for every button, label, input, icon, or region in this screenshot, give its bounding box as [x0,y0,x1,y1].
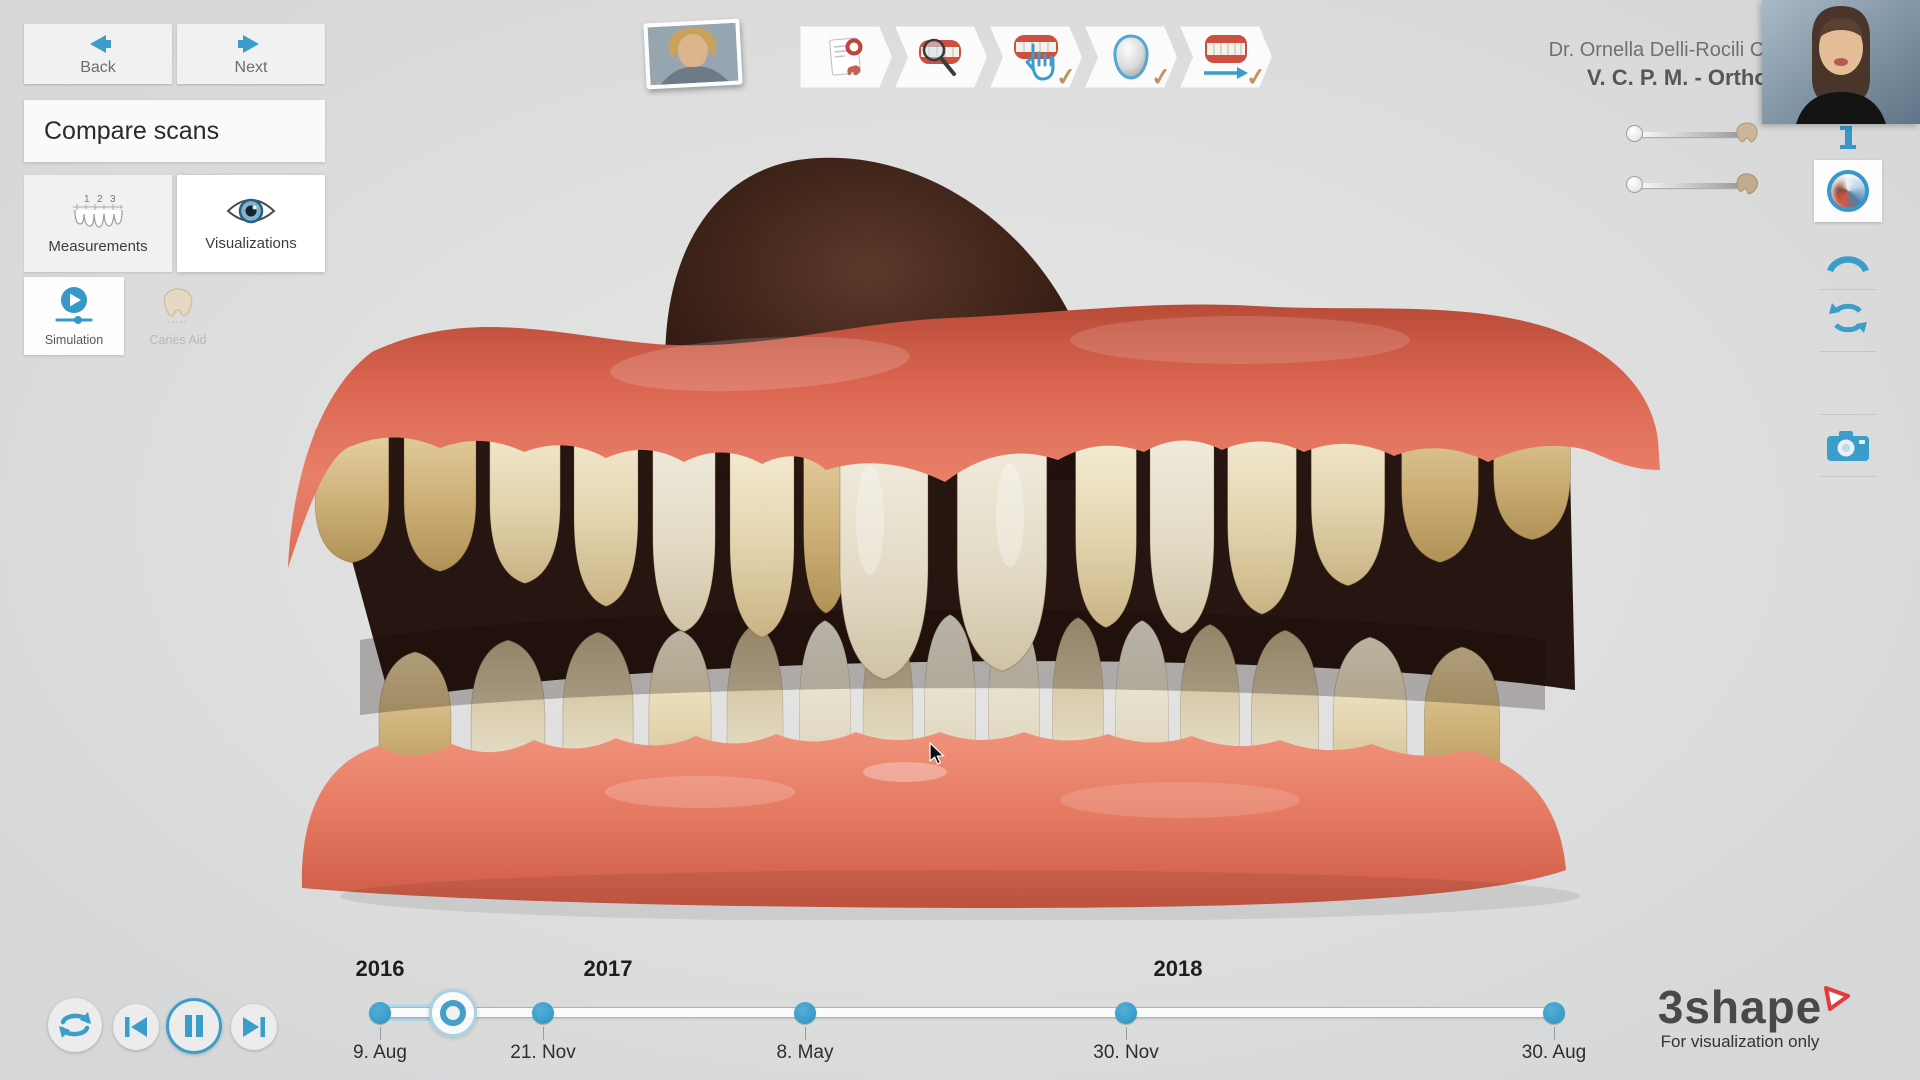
skip-to-end-icon [241,1015,267,1039]
arch-curve-button[interactable] [1824,246,1872,276]
svg-text:1: 1 [84,194,90,205]
timeline-date-label: 9. Aug [353,1042,407,1064]
timeline-tick [543,1027,544,1040]
doctor-name: Dr. Ornella Delli-Rocili Chiab [1202,36,1802,64]
timeline-tick [380,1027,381,1040]
arch-curve-icon [1825,249,1871,273]
treatment-report-icon [823,34,869,80]
upper-jaw-icon [1734,121,1760,145]
slider-track[interactable] [1634,183,1742,188]
timeline-point[interactable] [1115,1002,1137,1024]
slider-knob[interactable] [1626,176,1643,193]
doctor-info: Dr. Ornella Delli-Rocili Chiab V. C. P. … [1202,36,1802,93]
pause-icon [183,1013,205,1039]
back-button-label: Back [80,59,116,77]
play-slider-icon [52,286,96,328]
webcam-overlay[interactable] [1762,0,1920,124]
toolbar-divider [1820,351,1876,352]
loop-icon [55,1008,95,1042]
skip-to-end-button[interactable] [231,1004,277,1050]
timeline-date-label: 30. Nov [1093,1042,1158,1064]
timeline-point[interactable] [1543,1002,1565,1024]
screenshot-camera-icon [1825,428,1871,464]
timeline-date-label: 30. Aug [1522,1042,1586,1064]
timeline-tick [1554,1027,1555,1040]
workflow-step-adjust-teeth[interactable] [990,26,1082,88]
tooth-model-icon [1107,32,1155,82]
teeth-ruler-icon: 1 2 3 [67,192,129,230]
toolbar-divider [1820,476,1876,477]
slider-track[interactable] [1634,132,1742,137]
skip-to-start-icon [123,1015,149,1039]
brand-block: 3shape For visualization only [1640,984,1840,1052]
brand-logo-text: 3shape [1640,984,1840,1030]
pause-button[interactable] [166,998,222,1054]
visualization-disclaimer: For visualization only [1640,1032,1840,1052]
upper-jaw-opacity-slider[interactable] [1626,125,1760,143]
timeline-point[interactable] [794,1002,816,1024]
toolbar-divider [1820,414,1876,415]
caries-tooth-icon [160,286,196,328]
teeth-3d-model [270,140,1670,920]
tool-simulation[interactable]: Simulation [24,277,124,355]
patient-photo-thumbnail[interactable] [643,19,742,90]
color-view-button[interactable] [1814,160,1882,222]
workflow-step-tooth-model[interactable] [1085,26,1177,88]
tab-visualizations-label: Visualizations [205,235,296,252]
tab-measurements[interactable]: 1 2 3 Measurements [24,175,172,272]
timeline-year-2018: 2018 [1154,956,1203,982]
timeline-tick [1126,1027,1127,1040]
brand-logo-triangle-icon [1822,984,1852,1012]
tool-simulation-label: Simulation [45,333,103,347]
tool-caries-aid[interactable]: Caries Aid [128,277,228,355]
svg-text:3: 3 [110,194,116,205]
page-title: Compare scans [24,100,325,162]
arrow-left-icon [78,32,118,56]
timeline-date-label: 21. Nov [510,1042,575,1064]
next-button-label: Next [235,59,268,77]
3d-viewport[interactable] [0,0,1920,1080]
toolbar-divider [1820,289,1876,290]
color-view-icon [1827,170,1869,212]
timeline-point[interactable] [532,1002,554,1024]
timeline-playhead[interactable] [429,989,477,1037]
skip-to-start-button[interactable] [113,1004,159,1050]
tool-caries-aid-label: Caries Aid [150,333,207,347]
patient-portrait [648,23,739,86]
workflow-step-examine-scan[interactable] [895,26,987,88]
eye-icon [225,195,277,227]
svg-text:2: 2 [97,194,103,205]
screenshot-button[interactable] [1824,427,1872,465]
next-button[interactable]: Next [177,24,325,84]
timeline-point[interactable] [369,1002,391,1024]
timeline-year-2016: 2016 [356,956,405,982]
tab-visualizations[interactable]: Visualizations [177,175,325,272]
timeline-track[interactable] [380,1007,1554,1018]
examine-teeth-magnifier-icon [914,32,968,82]
slider-knob[interactable] [1626,125,1643,142]
lower-jaw-opacity-slider[interactable] [1626,176,1760,194]
tab-measurements-label: Measurements [48,238,147,255]
arrow-right-icon [231,32,271,56]
webcam-video [1762,0,1920,124]
timeline-year-2017: 2017 [584,956,633,982]
clinic-name: V. C. P. M. - Ortho De [1202,64,1802,93]
mouse-cursor [928,742,950,766]
timeline-tick [805,1027,806,1040]
reset-rotation-icon [1825,295,1871,341]
back-button[interactable]: Back [24,24,172,84]
reset-rotation-button[interactable] [1824,294,1872,342]
timeline-date-label: 8. May [776,1042,833,1064]
workflow-step-treatment-report[interactable] [800,26,892,88]
loop-button[interactable] [48,998,102,1052]
